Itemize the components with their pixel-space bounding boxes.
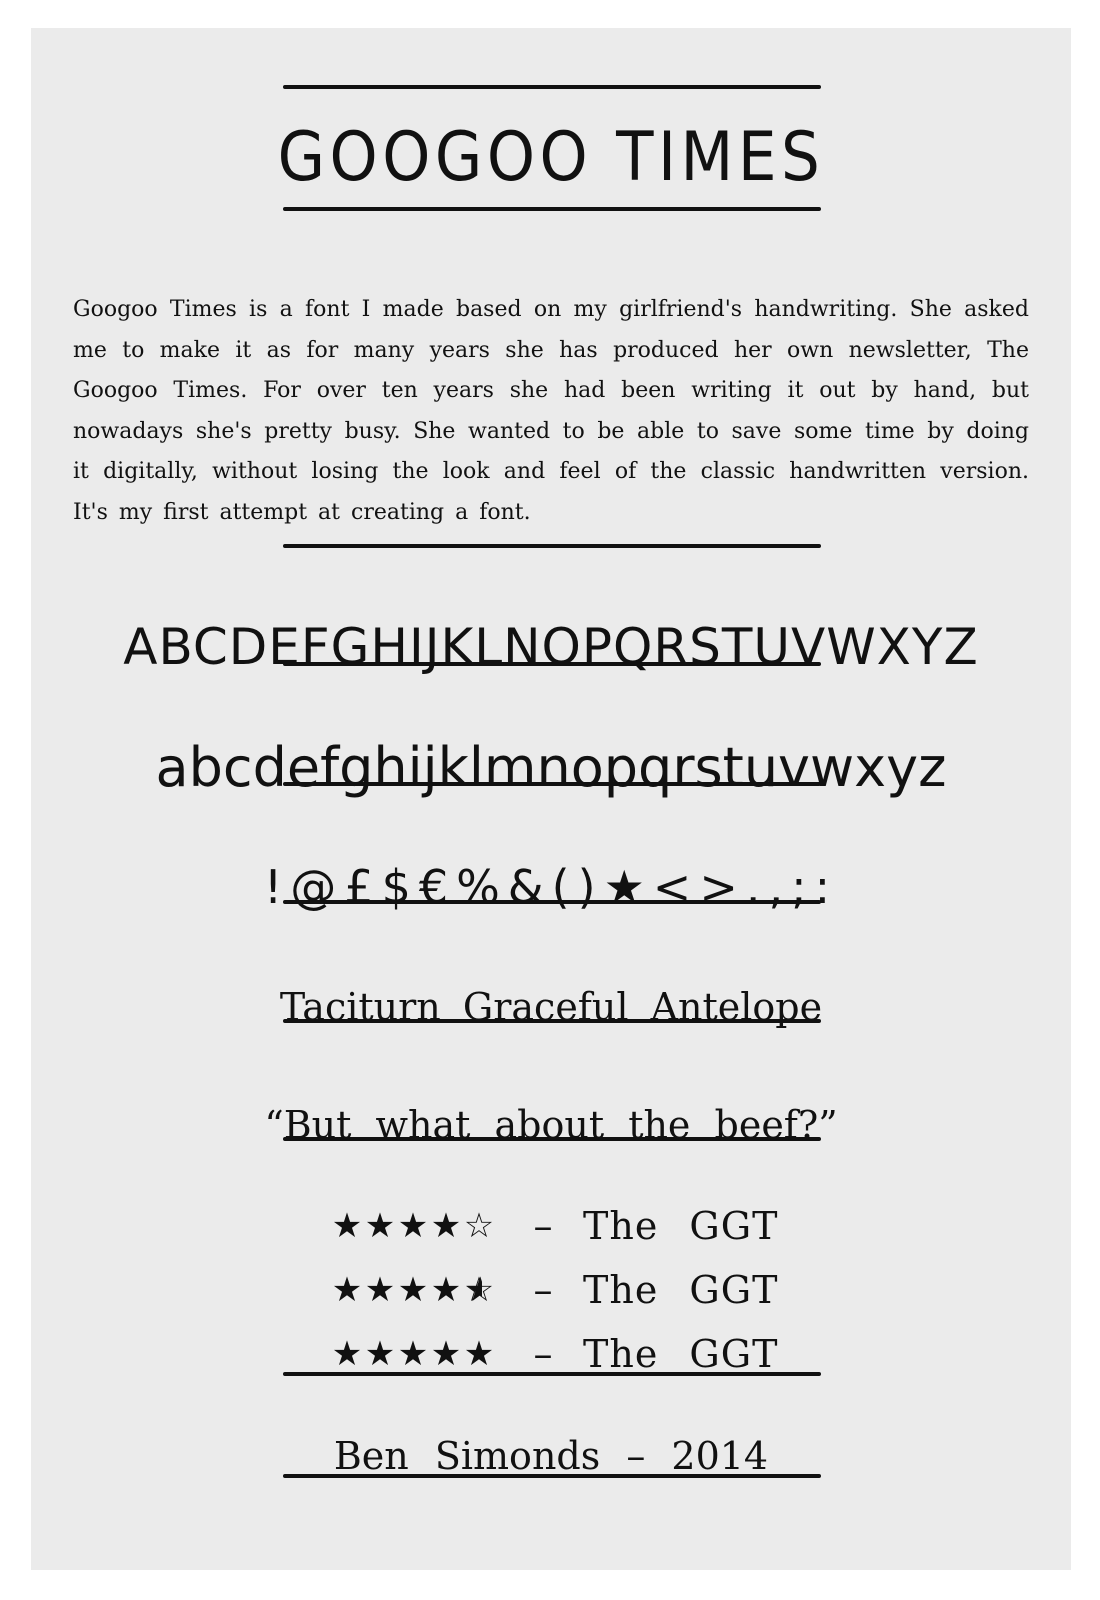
rating-dash: – bbox=[533, 1332, 553, 1376]
rating-row: ★ ★ ★ ★ ☆ ★ – The GGT bbox=[331, 1258, 791, 1322]
intro-paragraph: Googoo Times is a font I made based on m… bbox=[73, 297, 1029, 525]
star-outline-icon: ☆ bbox=[463, 1206, 496, 1246]
star-filled-icon: ★ bbox=[364, 1206, 397, 1246]
font-title: GOOGOO TIMES bbox=[277, 117, 825, 197]
star-rating: ★ ★ ★ ★ ☆ ★ bbox=[331, 1270, 503, 1310]
star-filled-icon: ★ bbox=[397, 1270, 430, 1310]
divider-rule bbox=[283, 544, 821, 548]
rating-row: ★ ★ ★ ★ ☆ – The GGT bbox=[331, 1194, 791, 1258]
star-filled-icon: ★ bbox=[397, 1206, 430, 1246]
lowercase-sample: abcdefghijklmnopqrstuvwxyz bbox=[155, 735, 947, 799]
rating-source: The GGT bbox=[583, 1204, 779, 1248]
star-filled-icon: ★ bbox=[364, 1270, 397, 1310]
divider-rule bbox=[283, 1474, 821, 1478]
star-rating: ★ ★ ★ ★ ★ bbox=[331, 1334, 503, 1374]
divider-rule bbox=[283, 662, 821, 666]
star-filled-icon: ★ bbox=[463, 1334, 496, 1374]
rating-source: The GGT bbox=[583, 1268, 779, 1312]
divider-rule bbox=[283, 85, 821, 89]
star-filled-icon: ★ bbox=[397, 1334, 430, 1374]
uppercase-sample: ABCDEFGHIJKLNOPQRSTUVWXYZ bbox=[123, 618, 979, 676]
star-filled-icon: ★ bbox=[331, 1334, 364, 1374]
poster-sheet: GOOGOO TIMES Googoo Times is a font I ma… bbox=[31, 28, 1071, 1570]
star-filled-icon: ★ bbox=[430, 1206, 463, 1246]
star-filled-icon: ★ bbox=[430, 1334, 463, 1374]
divider-rule bbox=[283, 207, 821, 211]
star-half-icon: ☆ ★ bbox=[463, 1270, 496, 1310]
star-filled-icon: ★ bbox=[331, 1270, 364, 1310]
star-filled-icon: ★ bbox=[331, 1206, 364, 1246]
ratings-list: ★ ★ ★ ★ ☆ – The GGT ★ ★ ★ ★ ☆ ★ – The GGT ★ ★ ★ ★ ★ –… bbox=[331, 1194, 791, 1386]
symbols-sample: !@£$€%&()★<>.,;: bbox=[263, 860, 839, 914]
divider-rule bbox=[283, 900, 821, 904]
divider-rule bbox=[283, 1137, 821, 1141]
star-filled-icon: ★ bbox=[430, 1270, 463, 1310]
divider-rule bbox=[283, 782, 821, 786]
sample-phrase: Taciturn Graceful Antelope bbox=[279, 985, 823, 1029]
sample-quote: “But what about the beef?” bbox=[264, 1103, 838, 1147]
divider-rule bbox=[283, 1372, 821, 1376]
divider-rule bbox=[283, 1019, 821, 1023]
rating-dash: – bbox=[533, 1268, 553, 1312]
rating-row: ★ ★ ★ ★ ★ – The GGT bbox=[331, 1322, 791, 1386]
star-rating: ★ ★ ★ ★ ☆ bbox=[331, 1206, 503, 1246]
credit-line: Ben Simonds – 2014 bbox=[333, 1434, 769, 1478]
rating-source: The GGT bbox=[583, 1332, 779, 1376]
rating-dash: – bbox=[533, 1204, 553, 1248]
star-filled-icon: ★ bbox=[364, 1334, 397, 1374]
